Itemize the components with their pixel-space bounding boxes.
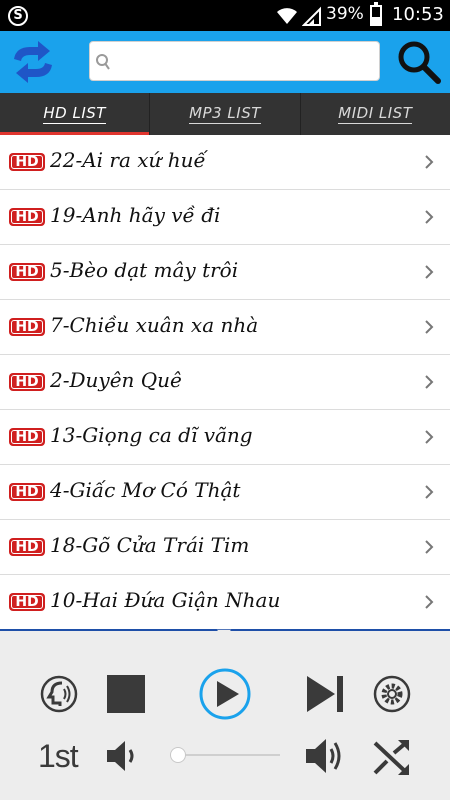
- song-title: 18-Gõ Cửa Trái Tim: [50, 533, 250, 557]
- volume-up-icon[interactable]: [304, 736, 344, 776]
- list-item[interactable]: HD 7-Chiều xuân xa nhà: [0, 300, 450, 355]
- chevron-right-icon: [425, 485, 434, 499]
- hd-badge: HD: [9, 208, 45, 226]
- shuffle-icon[interactable]: [372, 737, 412, 777]
- search-input[interactable]: [114, 46, 374, 76]
- search-box[interactable]: [89, 41, 380, 81]
- chevron-right-icon: [425, 430, 434, 444]
- list-item[interactable]: HD 4-Giấc Mơ Có Thật: [0, 465, 450, 520]
- tab-label: HD LIST: [43, 104, 106, 124]
- player-controls: 1st: [0, 631, 450, 800]
- status-bar: S 39% 10:53: [0, 0, 450, 31]
- voice-icon[interactable]: [40, 675, 78, 713]
- song-title: 7-Chiều xuân xa nhà: [50, 313, 259, 337]
- search-button[interactable]: [394, 37, 444, 87]
- battery-icon: [370, 2, 382, 26]
- song-title: 10-Hai Đứa Giận Nhau: [50, 588, 281, 612]
- tab-label: MIDI LIST: [338, 104, 413, 124]
- hd-badge: HD: [9, 318, 45, 336]
- tab-mp3-list[interactable]: MP3 LIST: [150, 93, 301, 135]
- magnifier-icon: [398, 41, 441, 84]
- volume-thumb[interactable]: [170, 747, 186, 763]
- chevron-right-icon: [425, 210, 434, 224]
- track-mode-label[interactable]: 1st: [38, 738, 79, 775]
- stop-icon[interactable]: [107, 675, 145, 713]
- hd-badge: HD: [9, 538, 45, 556]
- chevron-right-icon: [425, 375, 434, 389]
- list-item[interactable]: HD 2-Duyên Quê: [0, 355, 450, 410]
- signal-icon: [302, 6, 321, 26]
- list-item[interactable]: HD 5-Bèo dạt mây trôi: [0, 245, 450, 300]
- list-item[interactable]: HD 10-Hai Đứa Giận Nhau: [0, 575, 450, 629]
- chevron-right-icon: [425, 155, 434, 169]
- hd-badge: HD: [9, 373, 45, 391]
- list-item[interactable]: HD 22-Ai ra xứ huế: [0, 135, 450, 190]
- hd-badge: HD: [9, 153, 45, 171]
- app-bar: [0, 31, 450, 93]
- chevron-right-icon: [425, 595, 434, 609]
- chevron-right-icon: [425, 540, 434, 554]
- song-title: 19-Anh hãy về đi: [50, 203, 221, 227]
- settings-icon[interactable]: [373, 675, 411, 713]
- clock: 10:53: [392, 4, 444, 25]
- volume-down-icon[interactable]: [105, 739, 139, 773]
- tab-label: MP3 LIST: [189, 104, 261, 124]
- song-title: 2-Duyên Quê: [50, 368, 182, 392]
- skip-next-icon[interactable]: [305, 675, 345, 713]
- volume-rail: [170, 754, 280, 756]
- tab-bar: HD LIST MP3 LIST MIDI LIST: [0, 93, 450, 135]
- song-title: 4-Giấc Mơ Có Thật: [50, 478, 241, 502]
- play-icon[interactable]: [199, 668, 251, 720]
- song-title: 13-Giọng ca dĩ vãng: [50, 423, 253, 447]
- song-title: 22-Ai ra xứ huế: [50, 148, 206, 172]
- tab-midi-list[interactable]: MIDI LIST: [301, 93, 450, 135]
- list-item[interactable]: HD 13-Giọng ca dĩ vãng: [0, 410, 450, 465]
- hd-badge: HD: [9, 483, 45, 501]
- song-list: HD 22-Ai ra xứ huế HD 19-Anh hãy về đi H…: [0, 135, 450, 629]
- wifi-icon: [277, 8, 297, 24]
- hd-badge: HD: [9, 593, 45, 611]
- battery-percent: 39%: [326, 4, 364, 24]
- chevron-right-icon: [425, 265, 434, 279]
- song-title: 5-Bèo dạt mây trôi: [50, 258, 239, 282]
- hd-badge: HD: [9, 263, 45, 281]
- hd-badge: HD: [9, 428, 45, 446]
- chevron-right-icon: [425, 320, 434, 334]
- volume-slider[interactable]: [170, 747, 280, 763]
- list-item[interactable]: HD 19-Anh hãy về đi: [0, 190, 450, 245]
- refresh-button[interactable]: [8, 37, 58, 87]
- refresh-arrows-icon: [14, 41, 52, 83]
- tab-hd-list[interactable]: HD LIST: [0, 93, 151, 135]
- skype-icon: S: [8, 6, 28, 26]
- search-icon: [96, 54, 110, 70]
- list-item[interactable]: HD 18-Gõ Cửa Trái Tim: [0, 520, 450, 575]
